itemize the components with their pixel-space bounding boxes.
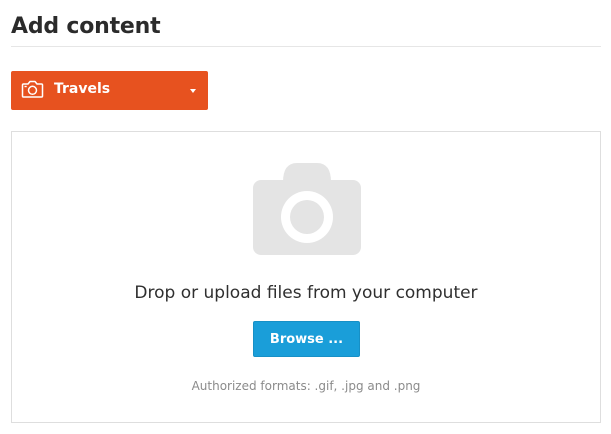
drop-instructions: Drop or upload files from your computer xyxy=(134,283,478,303)
upload-dropzone[interactable]: Drop or upload files from your computer … xyxy=(11,131,601,423)
camera-placeholder-icon xyxy=(253,163,361,255)
category-dropdown-label: Travels xyxy=(54,81,111,97)
browse-button[interactable]: Browse ... xyxy=(253,321,360,357)
page-title: Add content xyxy=(11,14,161,39)
add-content-page: Add content Travels Drop or upload files… xyxy=(0,0,611,434)
category-dropdown[interactable]: Travels xyxy=(11,71,208,110)
authorized-formats-note: Authorized formats: .gif, .jpg and .png xyxy=(191,379,421,393)
title-divider xyxy=(11,46,601,47)
camera-icon xyxy=(21,80,44,98)
chevron-down-icon xyxy=(190,89,196,93)
